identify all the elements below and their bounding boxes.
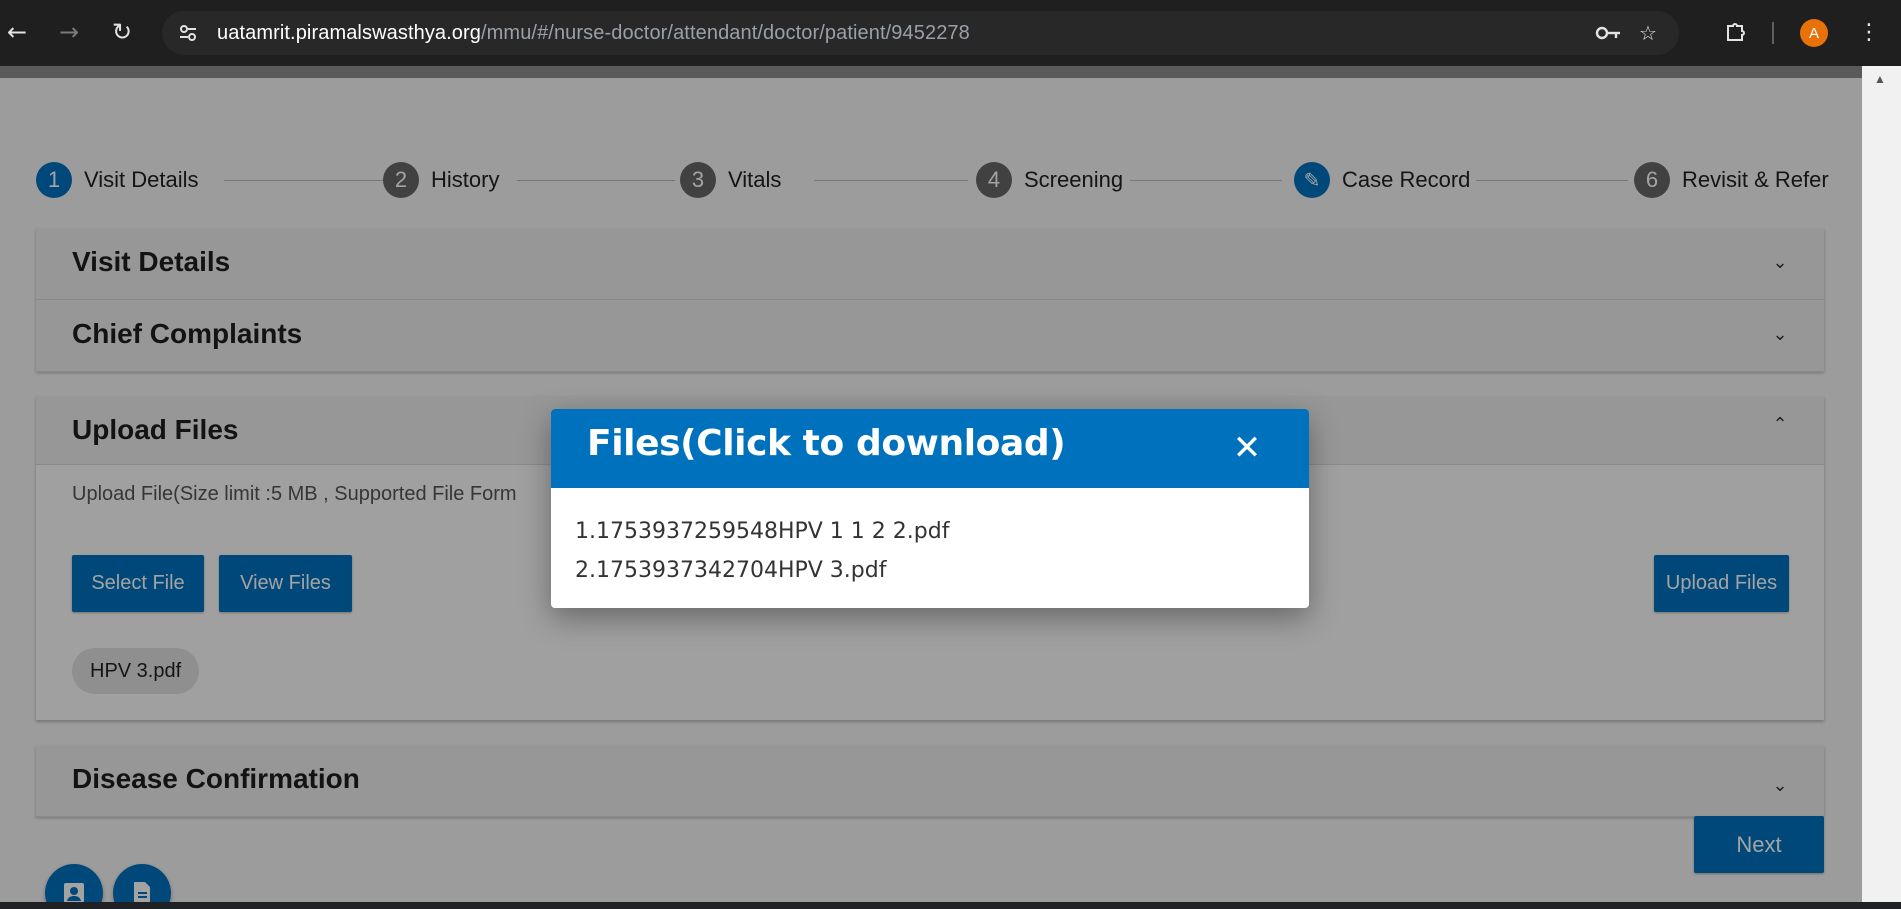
toolbar-divider <box>1772 22 1774 44</box>
scrollbar[interactable]: ▲ <box>1862 66 1901 902</box>
url-host: uatamrit.piramalswasthya.org <box>217 22 482 44</box>
dialog-title: Files(Click to download) <box>587 423 1066 464</box>
kebab-menu-icon[interactable]: ⋮ <box>1854 17 1884 47</box>
file-link[interactable]: 2.1753937342704HPV 3.pdf <box>575 551 949 590</box>
file-list: 1.1753937259548HPV 1 1 2 2.pdf 2.1753937… <box>575 512 949 590</box>
star-icon[interactable]: ☆ <box>1635 20 1661 46</box>
bottom-edge <box>0 902 1901 909</box>
file-link[interactable]: 1.1753937259548HPV 1 1 2 2.pdf <box>575 512 949 551</box>
puzzle-icon[interactable] <box>1720 17 1750 47</box>
forward-arrow-icon[interactable]: → <box>54 17 84 47</box>
url-text[interactable]: uatamrit.piramalswasthya.org/mmu/#/nurse… <box>217 22 970 45</box>
back-arrow-icon[interactable]: ← <box>2 17 32 47</box>
address-bar[interactable]: uatamrit.piramalswasthya.org/mmu/#/nurse… <box>162 11 1679 55</box>
files-dialog: Files(Click to download) ✕ 1.17539372595… <box>551 409 1309 608</box>
scroll-up-arrow-icon[interactable]: ▲ <box>1874 72 1886 86</box>
dialog-header: Files(Click to download) ✕ <box>551 409 1309 488</box>
site-info-icon[interactable] <box>176 21 200 45</box>
profile-avatar[interactable]: A <box>1800 19 1828 47</box>
key-icon[interactable] <box>1595 20 1621 46</box>
close-icon[interactable]: ✕ <box>1227 428 1267 468</box>
browser-toolbar: ← → ↻ uatamrit.piramalswasthya.org/mmu/#… <box>0 0 1901 66</box>
url-path: /mmu/#/nurse-doctor/attendant/doctor/pat… <box>481 22 970 44</box>
reload-icon[interactable]: ↻ <box>107 17 137 47</box>
